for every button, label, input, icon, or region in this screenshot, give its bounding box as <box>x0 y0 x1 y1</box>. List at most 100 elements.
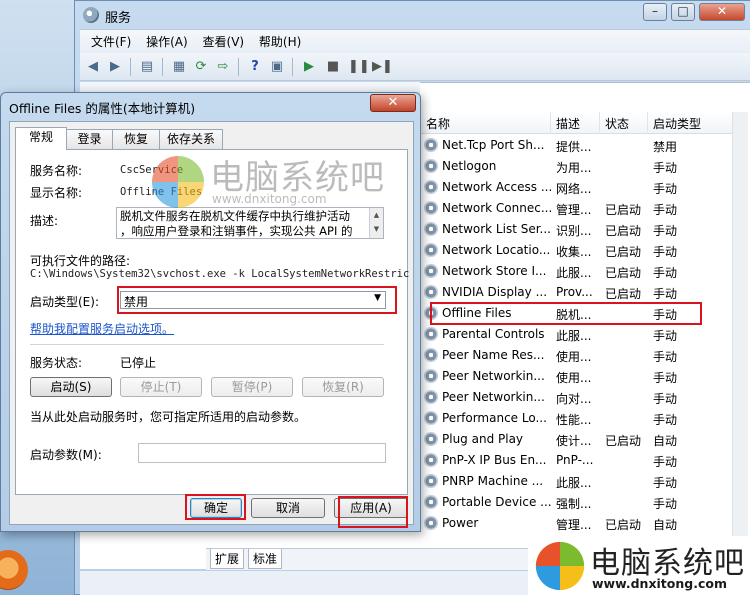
forward-icon[interactable]: ▶ <box>106 58 124 76</box>
console-tree-icon[interactable]: ▤ <box>138 58 156 76</box>
service-icon <box>424 369 438 383</box>
tab-standard[interactable]: 标准 <box>248 549 283 569</box>
start-button[interactable]: 启动(S) <box>30 377 112 397</box>
menu-help[interactable]: 帮助(H) <box>259 30 301 54</box>
service-name-value: CscService <box>120 164 184 176</box>
column-description[interactable]: 描述 <box>556 115 580 132</box>
pause-button[interactable]: 暂停(P) <box>211 377 293 397</box>
list-item[interactable]: Peer Networkin... 向对... 手动 <box>420 387 740 408</box>
list-item[interactable]: PNRP Machine ... 此服... 手动 <box>420 471 740 492</box>
menu-bar: 文件(F) 操作(A) 查看(V) 帮助(H) <box>80 29 750 53</box>
start-orb-icon[interactable] <box>0 550 28 590</box>
service-icon <box>424 411 438 425</box>
tab-general[interactable]: 常规 <box>15 127 67 150</box>
service-status-value: 已停止 <box>120 356 157 370</box>
list-item[interactable]: NVIDIA Display ... Prov... 已启动 手动 <box>420 282 740 303</box>
list-item[interactable]: Parental Controls 此服... 手动 <box>420 324 740 345</box>
list-item[interactable]: Portable Device ... 强制... 手动 <box>420 492 740 513</box>
menu-view[interactable]: 查看(V) <box>203 30 245 54</box>
start-service-icon[interactable]: ▶ <box>300 58 318 76</box>
exe-path-value: C:\Windows\System32\svchost.exe -k Local… <box>30 268 410 280</box>
pause-service-icon[interactable]: ❚❚ <box>348 58 370 76</box>
service-icon <box>424 306 438 320</box>
services-title: 服务 <box>105 11 132 26</box>
list-item[interactable]: Plug and Play 使计... 已启动 自动 <box>420 429 740 450</box>
dialog-title: Offline Files 的属性(本地计算机) <box>9 101 196 116</box>
minimize-button[interactable]: – <box>643 3 667 21</box>
stop-service-icon[interactable]: ■ <box>324 58 342 76</box>
list-item[interactable]: Peer Networkin... 使用... 手动 <box>420 366 740 387</box>
view-icon[interactable]: ▣ <box>268 58 286 76</box>
menu-action[interactable]: 操作(A) <box>146 30 188 54</box>
help-icon[interactable]: ? <box>246 58 264 76</box>
service-icon <box>424 138 438 152</box>
service-icon <box>424 390 438 404</box>
service-icon <box>424 243 438 257</box>
toolbar: ◀ ▶ ▤ ▦ ⟳ ⇨ ? ▣ ▶ ■ ❚❚ ▶❚ <box>80 53 750 81</box>
menu-file[interactable]: 文件(F) <box>91 30 131 54</box>
help-link[interactable]: 帮助我配置服务启动选项。 <box>30 320 174 337</box>
back-icon[interactable]: ◀ <box>84 58 102 76</box>
maximize-button[interactable]: □ <box>671 3 695 21</box>
tab-recovery[interactable]: 恢复 <box>112 129 160 149</box>
ok-button[interactable]: 确定 <box>190 498 242 518</box>
list-item[interactable]: Network Locatio... 收集... 已启动 手动 <box>420 240 740 261</box>
column-status[interactable]: 状态 <box>605 115 629 132</box>
service-icon <box>424 285 438 299</box>
list-item[interactable]: Peer Name Res... 使用... 手动 <box>420 345 740 366</box>
service-icon <box>424 516 438 530</box>
startup-type-value: 禁用 <box>124 295 149 309</box>
description-box[interactable]: 脱机文件服务在脱机文件缓存中执行维护活动 ，响应用户登录和注销事件，实现公共 A… <box>116 207 384 239</box>
list-item[interactable]: Net.Tcp Port Sh... 提供... 禁用 <box>420 135 740 156</box>
export-icon[interactable]: ⇨ <box>214 58 232 76</box>
dialog-close-button[interactable]: ✕ <box>370 94 416 112</box>
start-params-input[interactable] <box>138 443 386 463</box>
column-startup-type[interactable]: 启动类型 <box>653 115 701 132</box>
list-item[interactable]: Power 管理... 已启动 自动 <box>420 513 740 534</box>
list-item[interactable]: Network List Ser... 识别... 已启动 手动 <box>420 219 740 240</box>
description-label: 描述: <box>30 214 59 228</box>
service-name-label: 服务名称: <box>30 164 83 178</box>
start-params-label: 启动参数(M): <box>30 448 102 462</box>
refresh-icon[interactable]: ⟳ <box>192 58 210 76</box>
properties-dialog: Offline Files 的属性(本地计算机) ✕ 常规 登录 恢复 依存关系 <box>0 92 421 532</box>
tab-extended[interactable]: 扩展 <box>210 549 245 569</box>
cancel-button[interactable]: 取消 <box>251 498 325 518</box>
list-header: 名称 描述 状态 启动类型 <box>420 112 740 134</box>
service-icon <box>424 159 438 173</box>
description-scrollbar[interactable]: ▲ ▼ <box>369 208 383 238</box>
list-item-offline-files[interactable]: Offline Files 脱机... 手动 <box>420 303 740 324</box>
close-button[interactable]: ✕ <box>699 3 745 21</box>
description-line-1: 脱机文件服务在脱机文件缓存中执行维护活动 <box>120 209 350 223</box>
service-status-label: 服务状态: <box>30 356 83 370</box>
tab-logon[interactable]: 登录 <box>66 129 113 149</box>
tab-dependencies[interactable]: 依存关系 <box>159 129 223 149</box>
service-icon <box>424 348 438 362</box>
list-item[interactable]: Performance Lo... 性能... 手动 <box>420 408 740 429</box>
start-params-hint: 当从此处启动服务时，您可指定所适用的启动参数。 <box>30 410 307 424</box>
service-icon <box>424 222 438 236</box>
display-name-label: 显示名称: <box>30 186 83 200</box>
watermark-corner: 电脑系统吧 www.dnxitong.com <box>528 536 750 595</box>
properties-icon[interactable]: ▦ <box>170 58 188 76</box>
column-name[interactable]: 名称 <box>426 115 450 132</box>
resume-button[interactable]: 恢复(R) <box>302 377 384 397</box>
list-item[interactable]: Network Access ... 网络... 手动 <box>420 177 740 198</box>
list-item[interactable]: Netlogon 为用... 手动 <box>420 156 740 177</box>
service-icon <box>424 495 438 509</box>
exe-path-label: 可执行文件的路径: <box>30 254 131 268</box>
service-icon <box>424 201 438 215</box>
vertical-scrollbar[interactable] <box>732 112 748 537</box>
startup-type-select[interactable]: 禁用 ▼ <box>120 291 386 309</box>
startup-type-label: 启动类型(E): <box>30 295 99 309</box>
list-item[interactable]: PnP-X IP Bus En... PnP-... 手动 <box>420 450 740 471</box>
list-item[interactable]: Network Connec... 管理... 已启动 手动 <box>420 198 740 219</box>
service-icon <box>424 180 438 194</box>
service-icon <box>424 327 438 341</box>
windows-logo-icon <box>535 541 585 591</box>
service-icon <box>424 453 438 467</box>
restart-service-icon[interactable]: ▶❚ <box>372 58 393 76</box>
list-item[interactable]: Network Store I... 此服... 已启动 手动 <box>420 261 740 282</box>
stop-button[interactable]: 停止(T) <box>120 377 202 397</box>
apply-button[interactable]: 应用(A) <box>334 498 408 518</box>
